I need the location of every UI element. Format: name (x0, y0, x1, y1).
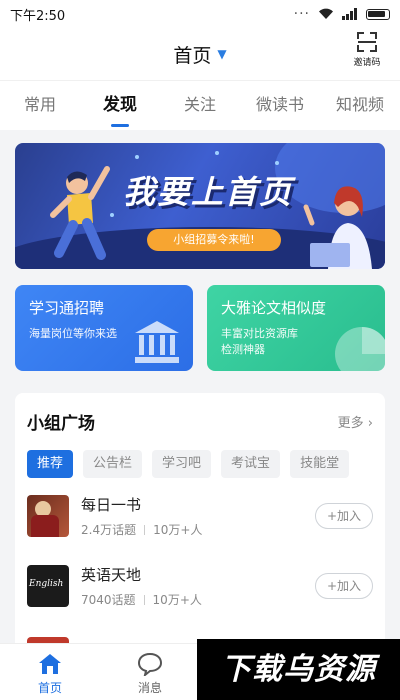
similarity-card-title: 大雅论文相似度 (221, 299, 327, 317)
chip-study[interactable]: 学习吧 (152, 450, 212, 478)
member-count: 10万+人 (152, 593, 202, 607)
invite-code-label: 邀请码 (353, 58, 381, 68)
notification-dots-icon: ··· (293, 6, 310, 22)
chevron-right-icon: › (367, 416, 373, 431)
group-thumbnail: English (27, 565, 69, 607)
topic-count: 2.4万话题 (81, 523, 137, 537)
invite-code-button[interactable]: 邀请码 (346, 32, 388, 68)
watermark: 下载乌资源 (197, 639, 400, 700)
page-title: 首页 (173, 44, 212, 67)
section-title: 小组广场 (27, 414, 95, 434)
battery-icon (366, 8, 390, 20)
chevron-down-icon: ▼ (217, 47, 227, 61)
tab-micro-reading[interactable]: 微读书 (240, 81, 320, 131)
nav-home-label: 首页 (37, 681, 62, 695)
page-title-dropdown[interactable]: 首页 ▼ (173, 41, 226, 68)
runner-illustration (50, 166, 110, 260)
laptop-girl-illustration (303, 186, 372, 269)
scan-icon (357, 32, 377, 52)
thumbnail-text: English (29, 579, 64, 589)
join-button[interactable]: +加入 (315, 503, 373, 529)
similarity-check-card[interactable]: 大雅论文相似度 丰富对比资源库 检测神器 (207, 285, 385, 371)
member-count: 10万+人 (153, 523, 203, 537)
join-button[interactable]: +加入 (315, 573, 373, 599)
pie-chart-icon (335, 327, 385, 371)
tab-following[interactable]: 关注 (160, 81, 240, 131)
status-icons: ··· (294, 6, 390, 22)
topic-count: 7040话题 (81, 593, 136, 607)
chip-bulletin[interactable]: 公告栏 (83, 450, 143, 478)
status-bar: 下午2:50 ··· (0, 0, 400, 28)
group-name: 英语天地 (81, 566, 142, 584)
status-time: 下午2:50 (10, 8, 66, 24)
building-icon (135, 321, 179, 363)
tab-knowledge-video[interactable]: 知视频 (320, 81, 400, 131)
signal-icon (342, 8, 357, 20)
group-category-chips: 推荐 公告栏 学习吧 考试宝 技能堂 (15, 434, 385, 478)
banner-pill[interactable]: 小组招募令来啦! (147, 229, 281, 251)
nav-messages[interactable]: 消息 (100, 644, 200, 700)
nav-messages-label: 消息 (137, 681, 162, 695)
app-header: 首页 ▼ 邀请码 (0, 28, 400, 80)
chip-exam[interactable]: 考试宝 (221, 450, 281, 478)
banner-title: 我要上首页 (123, 173, 294, 211)
wifi-icon (319, 8, 333, 19)
home-icon (39, 654, 61, 674)
chip-skills[interactable]: 技能堂 (290, 450, 350, 478)
chip-recommended[interactable]: 推荐 (27, 450, 74, 478)
recruitment-card-title: 学习通招聘 (29, 299, 105, 317)
tab-bar: 常用 发现 关注 微读书 知视频 (0, 80, 400, 130)
recruitment-card[interactable]: 学习通招聘 海量岗位等你来选 (15, 285, 193, 371)
group-name: 每日一书 (81, 496, 142, 514)
tab-common[interactable]: 常用 (0, 81, 80, 131)
chat-bubble-icon (137, 652, 163, 676)
more-link[interactable]: 更多 › (338, 412, 373, 431)
group-thumbnail (27, 495, 69, 537)
list-item[interactable]: English 英语天地 7040话题 10万+人 +加入 (27, 560, 373, 612)
nav-home[interactable]: 首页 (0, 644, 100, 700)
list-item[interactable]: 每日一书 2.4万话题 10万+人 +加入 (27, 490, 373, 542)
tab-discover[interactable]: 发现 (80, 81, 160, 131)
more-label: 更多 (337, 416, 364, 431)
promo-banner[interactable]: 我要上首页 小组招募令来啦! (15, 143, 385, 269)
